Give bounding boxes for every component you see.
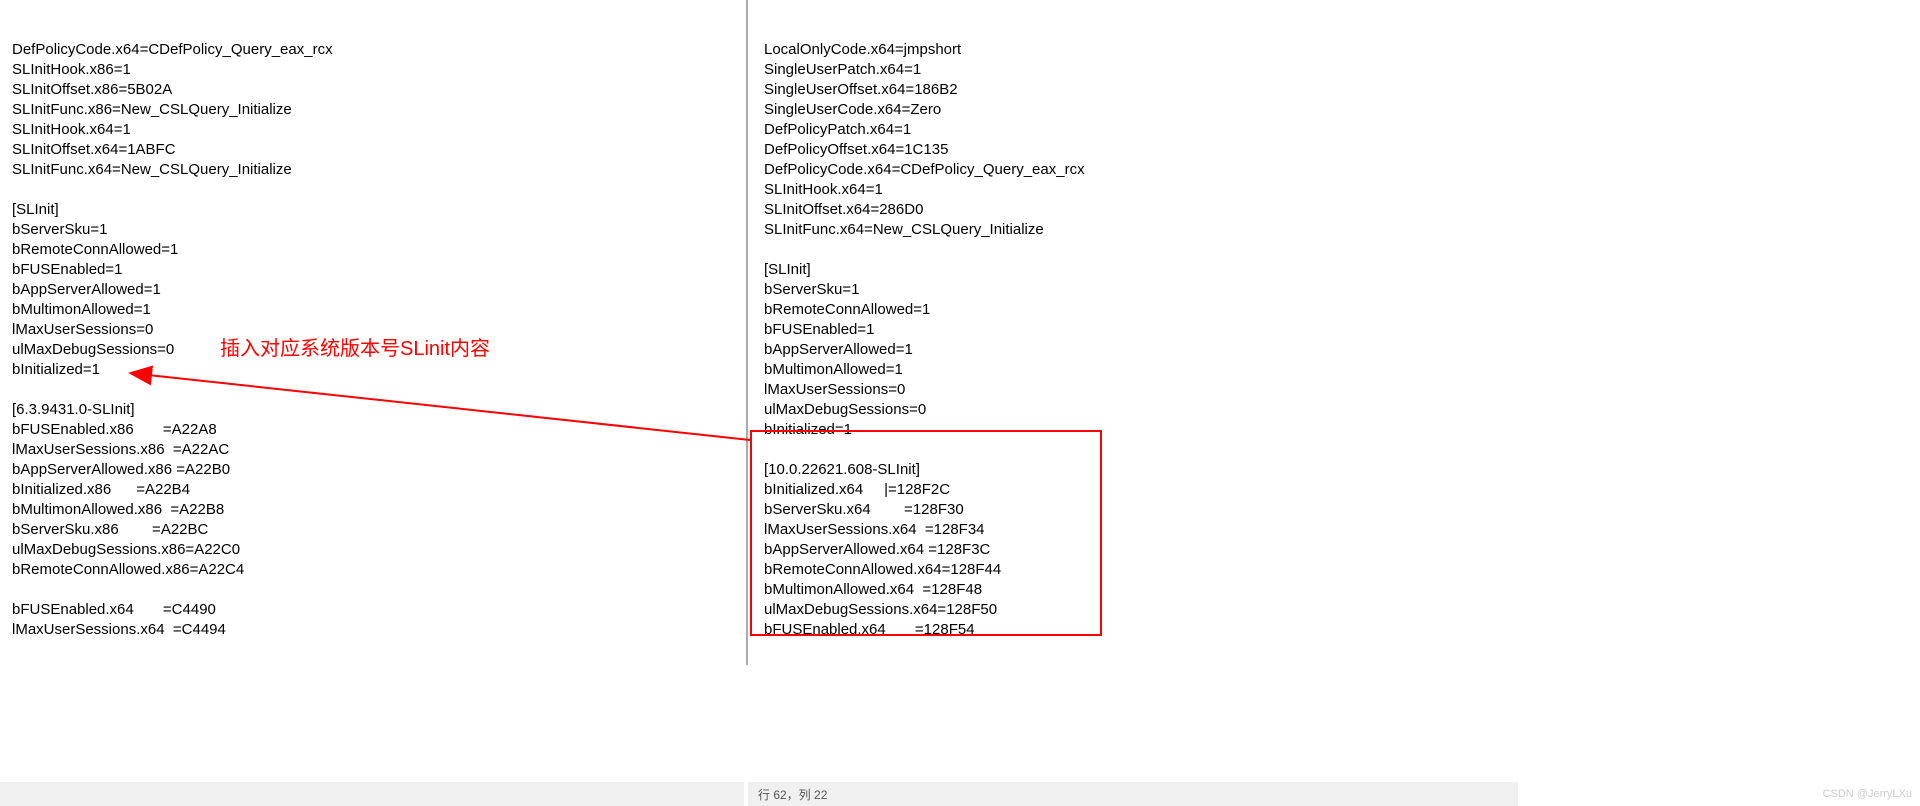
annotation-label: 插入对应系统版本号SLinit内容 [220,332,490,361]
status-bar-left [0,782,744,806]
watermark: CSDN @JerryLXu [1823,788,1912,800]
highlight-box [750,430,1102,636]
status-right-text: 行 62，列 22 [758,786,827,803]
status-bar-right: 行 62，列 22 [748,782,1518,806]
panel-divider [746,0,748,665]
left-editor-panel[interactable]: DefPolicyCode.x64=CDefPolicy_Query_eax_r… [12,0,732,660]
